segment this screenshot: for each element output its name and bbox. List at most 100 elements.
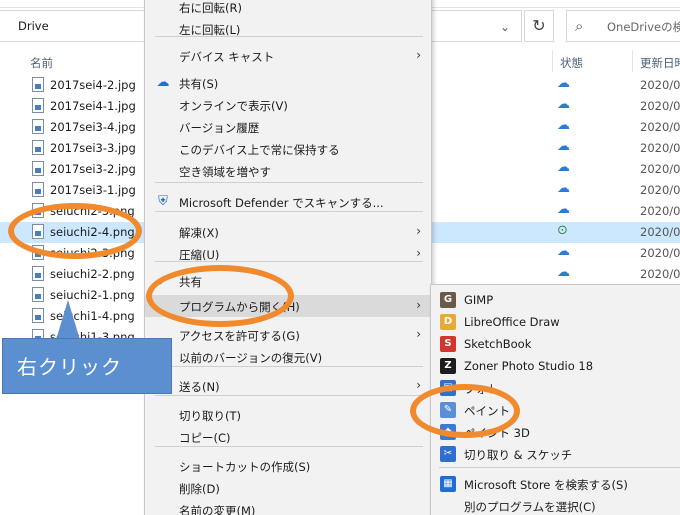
chevron-right-icon: ›: [416, 327, 421, 341]
context-menu-item[interactable]: 以前のバージョンの復元(V): [145, 346, 431, 368]
image-file-icon: [32, 98, 44, 113]
file-modified-date: 2020/08: [640, 78, 680, 92]
image-file-icon: [32, 308, 44, 323]
file-modified-date: 2020/08: [640, 183, 680, 197]
snip-sketch-icon: ✂: [440, 446, 456, 462]
menu-item-label: バージョン履歴: [179, 121, 260, 135]
chevron-right-icon: ›: [416, 298, 421, 312]
context-menu-item[interactable]: このデバイス上で常に保持する: [145, 138, 431, 160]
refresh-icon[interactable]: ↻: [524, 10, 554, 42]
menu-item-label: 名前の変更(M): [179, 504, 256, 515]
open-with-item[interactable]: D LibreOffice Draw: [431, 311, 680, 333]
file-modified-date: 2020/08: [640, 246, 680, 260]
file-modified-date: 2020/08: [640, 99, 680, 113]
context-menu-item[interactable]: バージョン履歴: [145, 116, 431, 138]
menu-item-label: 以前のバージョンの復元(V): [179, 351, 323, 365]
callout-box: 右クリック: [2, 338, 172, 394]
image-file-icon: [32, 182, 44, 197]
file-modified-date: 2020/08: [640, 141, 680, 155]
context-menu-item[interactable]: 圧縮(U) ›: [145, 243, 431, 265]
image-file-icon: [32, 119, 44, 134]
column-header-name[interactable]: 名前: [30, 55, 53, 71]
context-menu-item[interactable]: コピー(C): [145, 426, 431, 448]
open-with-item[interactable]: G GIMP: [431, 289, 680, 311]
context-menu-item[interactable]: ⛨ Microsoft Defender でスキャンする...: [145, 191, 431, 213]
menu-item-label: Zoner Photo Studio 18: [464, 359, 594, 373]
file-name: 2017sei3-3.jpg: [50, 141, 136, 155]
image-file-icon: [32, 140, 44, 155]
file-name: 2017sei4-1.jpg: [50, 99, 136, 113]
cloud-only-icon: ☁: [557, 265, 570, 280]
cloud-only-icon: ☁: [557, 181, 570, 196]
cloud-only-icon: ☁: [557, 139, 570, 154]
image-file-icon: [32, 287, 44, 302]
context-menu-item[interactable]: アクセスを許可する(G) ›: [145, 324, 431, 346]
chevron-down-icon[interactable]: ⌄: [500, 20, 510, 34]
cloud-only-icon: ☁: [557, 97, 570, 112]
menu-item-label: 切り取り & スケッチ: [464, 448, 573, 462]
menu-item-label: 解凍(X): [179, 226, 219, 240]
cloud-only-icon: ☁: [557, 202, 570, 217]
onedrive-cloud-icon: ☁: [156, 75, 170, 90]
file-modified-date: 2020/08: [640, 162, 680, 176]
chevron-right-icon: ›: [416, 48, 421, 62]
search-icon: ⌕: [575, 17, 584, 35]
file-name: 2017sei3-2.jpg: [50, 162, 136, 176]
menu-separator: [155, 182, 423, 183]
annotation-ring-open-with: [146, 265, 294, 327]
file-name: 2017sei3-1.jpg: [50, 183, 136, 197]
context-menu-item[interactable]: 送る(N) ›: [145, 375, 431, 397]
context-menu-item[interactable]: 左に回転(L): [145, 18, 431, 40]
menu-item-label: 削除(D): [179, 482, 220, 496]
context-menu-item[interactable]: ショートカットの作成(S): [145, 455, 431, 477]
cloud-only-icon: ☁: [557, 160, 570, 175]
open-with-item[interactable]: S SketchBook: [431, 333, 680, 355]
cloud-only-icon: ☁: [557, 118, 570, 133]
open-with-item[interactable]: ▦ Microsoft Store を検索する(S): [431, 473, 680, 495]
chevron-right-icon: ›: [416, 224, 421, 238]
context-menu-item[interactable]: デバイス キャスト ›: [145, 45, 431, 67]
search-input[interactable]: ⌕ OneDriveの検索: [566, 10, 680, 42]
open-with-item[interactable]: Z Zoner Photo Studio 18: [431, 355, 680, 377]
menu-item-label: Microsoft Store を検索する(S): [464, 478, 628, 492]
context-menu-item[interactable]: ☁ 共有(S): [145, 72, 431, 94]
column-header-modified[interactable]: 更新日時: [640, 55, 680, 71]
cloud-only-icon: ☁: [557, 244, 570, 259]
column-header-status[interactable]: 状態: [560, 55, 583, 71]
column-divider[interactable]: [632, 50, 633, 72]
column-divider[interactable]: [552, 50, 553, 72]
context-menu-item[interactable]: 解凍(X) ›: [145, 221, 431, 243]
callout-label: 右クリック: [17, 355, 122, 379]
menu-item-label: ショートカットの作成(S): [179, 460, 311, 474]
file-name: 2017sei4-2.jpg: [50, 78, 136, 92]
synced-check-icon: ⊙: [557, 223, 568, 238]
image-file-icon: [32, 161, 44, 176]
file-modified-date: 2020/08: [640, 204, 680, 218]
context-menu-item[interactable]: 右に回転(R): [145, 0, 431, 18]
menu-item-label: 送る(N): [179, 380, 220, 394]
menu-item-label: 空き領域を増やす: [179, 165, 271, 179]
menu-item-label: コピー(C): [179, 431, 231, 445]
file-name: 2017sei3-4.jpg: [50, 120, 136, 134]
menu-item-label: LibreOffice Draw: [464, 315, 560, 329]
annotation-ring-paint: [410, 384, 520, 438]
context-menu-item[interactable]: 削除(D): [145, 477, 431, 499]
menu-item-label: 切り取り(T): [179, 409, 241, 423]
context-menu-item[interactable]: 名前の変更(M): [145, 499, 431, 515]
open-with-item[interactable]: ✂ 切り取り & スケッチ: [431, 443, 680, 465]
menu-item-label: 左に回転(L): [179, 23, 241, 37]
menu-item-label: 共有(S): [179, 77, 219, 91]
open-with-item[interactable]: 別のプログラムを選択(C): [431, 495, 680, 515]
address-text: Drive: [18, 19, 49, 33]
defender-shield-icon: ⛨: [158, 194, 168, 209]
libreoffice-draw-icon: D: [440, 314, 456, 330]
context-menu-item[interactable]: 空き領域を増やす: [145, 160, 431, 182]
context-menu-item[interactable]: オンラインで表示(V): [145, 94, 431, 116]
file-name: seiuchi2-2.png: [50, 267, 135, 281]
context-menu-item[interactable]: 切り取り(T): [145, 404, 431, 426]
image-file-icon: [32, 266, 44, 281]
menu-item-label: アクセスを許可する(G): [179, 329, 300, 343]
file-modified-date: 2020/08: [640, 225, 680, 239]
chevron-right-icon: ›: [416, 378, 421, 392]
context-menu: 右に回転(R) 左に回転(L) デバイス キャスト › ☁ 共有(S) オンラインで表示(V…: [144, 0, 432, 515]
